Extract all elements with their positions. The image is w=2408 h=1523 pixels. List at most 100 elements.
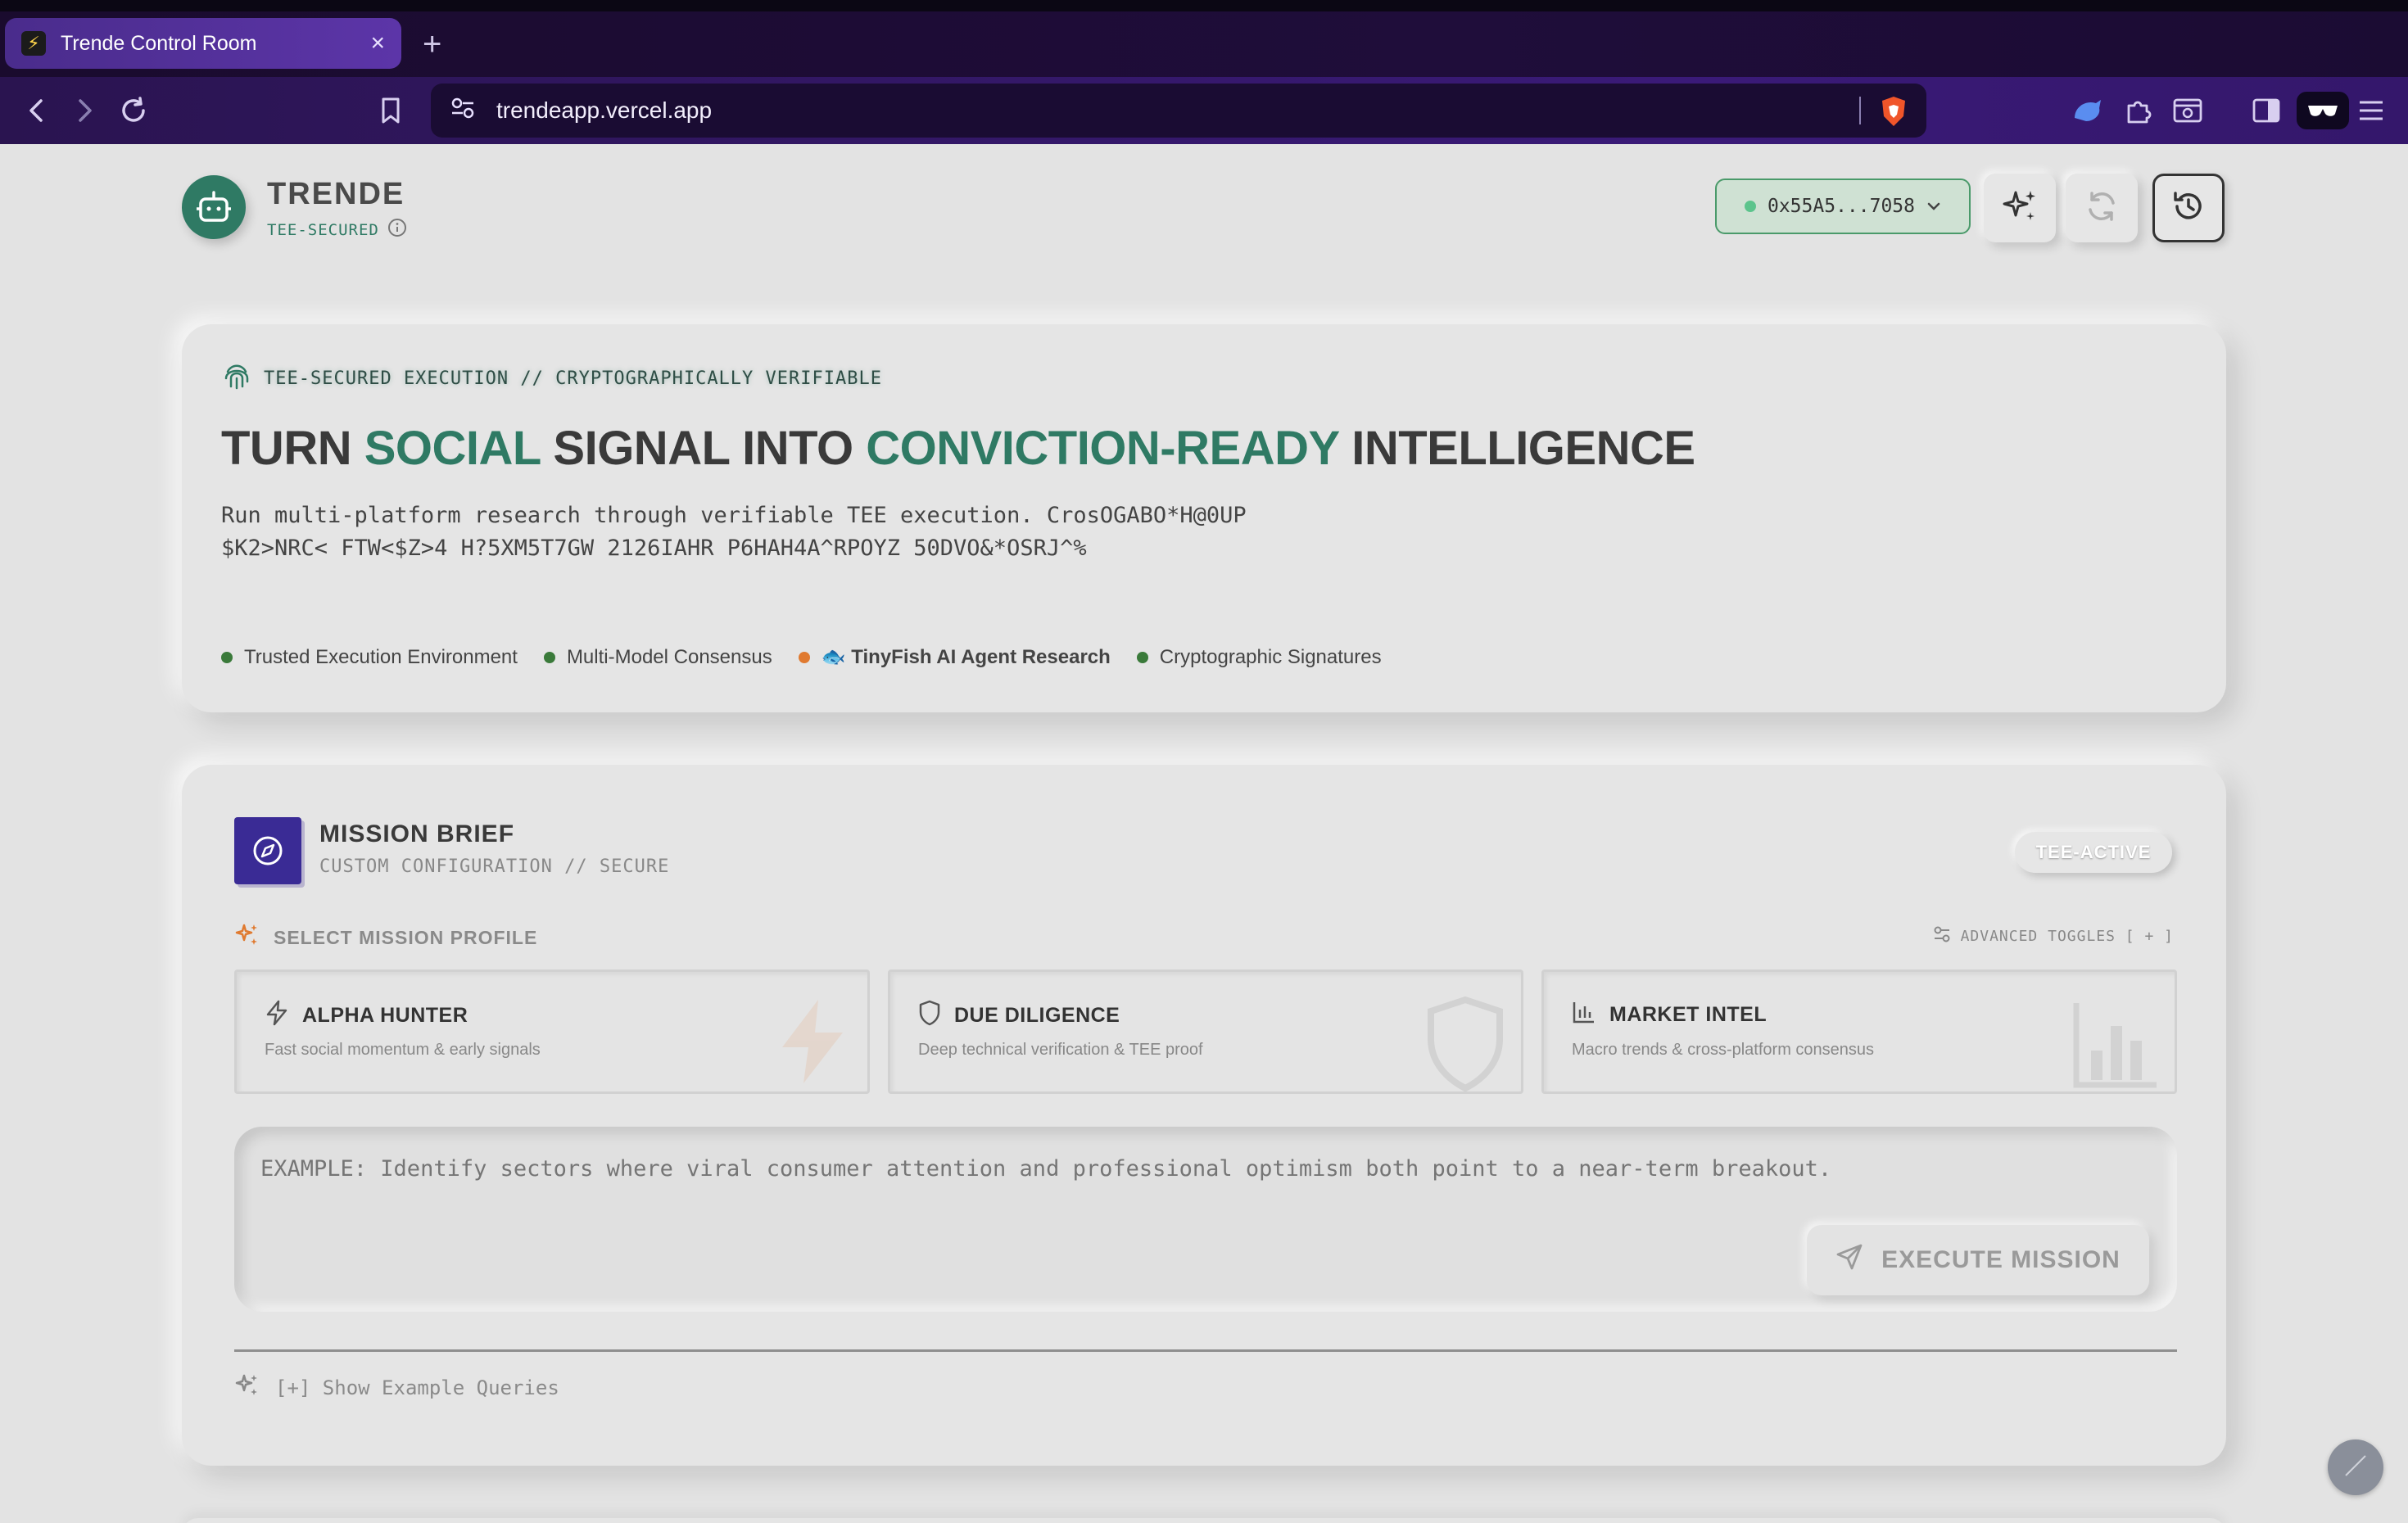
screenshot-icon[interactable]	[2169, 92, 2207, 129]
brand-subtitle: TEE-SECURED	[267, 218, 407, 242]
url-separator	[1859, 97, 1861, 124]
fingerprint-icon	[221, 360, 252, 396]
compass-icon	[234, 817, 301, 884]
chevron-down-icon	[1926, 196, 1941, 217]
feature-item: Trusted Execution Environment	[221, 645, 518, 669]
feature-label: Trusted Execution Environment	[244, 645, 518, 668]
reload-icon[interactable]	[115, 92, 152, 129]
tab-title: Trende Control Room	[61, 31, 257, 55]
floating-action-button[interactable]	[2328, 1439, 2383, 1495]
browser-toolbar: trendeapp.vercel.app	[0, 77, 2408, 144]
hero-description-line-1: Run multi-platform research through veri…	[221, 503, 1247, 528]
headline-part-2: SIGNAL INTO	[540, 422, 867, 475]
extensions-icon[interactable]	[2120, 92, 2157, 129]
profile-title: DUE DILIGENCE	[954, 1004, 1120, 1027]
status-dot	[798, 651, 810, 663]
menu-icon[interactable]	[2352, 92, 2390, 129]
wallet-address: 0x55A5...7058	[1767, 196, 1915, 217]
next-card-edge	[182, 1518, 2226, 1523]
brand-name: TRENDE	[267, 177, 405, 211]
select-profile-text: SELECT MISSION PROFILE	[274, 926, 538, 948]
mission-subtitle: CUSTOM CONFIGURATION // SECURE	[319, 856, 670, 877]
profile-alpha-hunter[interactable]: ALPHA HUNTER Fast social momentum & earl…	[234, 969, 870, 1094]
url-text: trendeapp.vercel.app	[496, 97, 713, 123]
advanced-toggles-text: ADVANCED TOGGLES [ + ]	[1960, 928, 2174, 945]
headline-part-3: INTELLIGENCE	[1338, 422, 1695, 475]
tab-strip: ⚡ Trende Control Room × +	[0, 11, 2408, 77]
hero-description-line-2: $K2>NRC< FTW<$Z>4 H?5XM5T7GW 2126IAHR P6…	[221, 536, 1087, 561]
profile-description: Fast social momentum & early signals	[265, 1041, 541, 1059]
ai-sparkle-button[interactable]	[1984, 174, 2056, 242]
mission-query-input[interactable]	[260, 1156, 2144, 1207]
profile-description: Deep technical verification & TEE proof	[918, 1041, 1203, 1059]
tee-active-badge: TEE-ACTIVE	[2015, 832, 2172, 873]
history-icon	[2170, 188, 2207, 228]
window-top-edge	[0, 0, 2408, 11]
feature-label: Multi-Model Consensus	[566, 645, 772, 668]
lightning-watermark-icon	[771, 997, 853, 1091]
hero-headline: TURN SOCIAL SIGNAL INTO CONVICTION-READY…	[221, 421, 1695, 476]
refresh-icon	[2084, 188, 2120, 228]
profile-market-intel[interactable]: MARKET INTEL Macro trends & cross-platfo…	[1541, 969, 2177, 1094]
browser-tab[interactable]: ⚡ Trende Control Room ×	[5, 18, 401, 69]
shield-icon	[918, 1000, 941, 1032]
app-page: TRENDE TEE-SECURED 0x55A5...7058 TEE-SEC…	[0, 144, 2408, 1523]
bar-chart-icon	[1572, 1000, 1596, 1030]
history-button[interactable]	[2152, 174, 2225, 242]
site-settings-icon[interactable]	[450, 97, 475, 125]
sliders-icon	[1933, 925, 1951, 947]
show-examples-toggle[interactable]: [+] Show Example Queries	[234, 1372, 559, 1403]
forward-icon[interactable]	[66, 92, 103, 129]
section-divider	[234, 1349, 2177, 1352]
mission-title: MISSION BRIEF	[319, 820, 515, 847]
headline-accent-social: SOCIAL	[364, 422, 541, 475]
hero-eyebrow-text: TEE-SECURED EXECUTION // CRYPTOGRAPHICAL…	[264, 368, 882, 389]
reader-mode-icon[interactable]	[2297, 92, 2349, 129]
robot-logo-icon[interactable]	[182, 175, 246, 239]
send-icon	[1835, 1243, 1863, 1277]
lightning-favicon-icon: ⚡	[21, 31, 46, 56]
status-dot	[1136, 651, 1148, 663]
sparkles-icon	[234, 1372, 260, 1403]
feature-item: Multi-Model Consensus	[543, 645, 772, 669]
bookmark-icon[interactable]	[372, 92, 410, 129]
headline-part-1: TURN	[221, 422, 364, 475]
hero-eyebrow: TEE-SECURED EXECUTION // CRYPTOGRAPHICAL…	[221, 360, 882, 396]
new-tab-button[interactable]: +	[423, 28, 441, 61]
lightning-icon	[265, 1000, 289, 1032]
sparkles-icon	[234, 922, 260, 953]
back-icon[interactable]	[18, 92, 56, 129]
profile-header: MARKET INTEL	[1572, 1000, 1767, 1030]
advanced-toggles-button[interactable]: ADVANCED TOGGLES [ + ]	[1933, 925, 2174, 947]
show-examples-text: [+] Show Example Queries	[275, 1376, 559, 1399]
execute-mission-button[interactable]: EXECUTE MISSION	[1807, 1225, 2149, 1295]
refresh-button[interactable]	[2066, 174, 2138, 242]
address-bar[interactable]: trendeapp.vercel.app	[431, 84, 1926, 138]
wallet-button[interactable]: 0x55A5...7058	[1715, 179, 1971, 234]
sparkles-icon	[2001, 188, 2039, 229]
mission-profile-list: ALPHA HUNTER Fast social momentum & earl…	[234, 969, 2177, 1094]
hero-description: Run multi-platform research through veri…	[221, 499, 1450, 565]
profile-title: ALPHA HUNTER	[302, 1004, 468, 1027]
execute-mission-label: EXECUTE MISSION	[1881, 1246, 2121, 1273]
select-profile-label: SELECT MISSION PROFILE	[234, 922, 537, 953]
bar-chart-watermark-icon	[2070, 997, 2160, 1091]
info-icon[interactable]	[387, 218, 407, 242]
feature-item: Cryptographic Signatures	[1136, 645, 1382, 669]
hero-card: TEE-SECURED EXECUTION // CRYPTOGRAPHICAL…	[182, 324, 2226, 712]
profile-description: Macro trends & cross-platform consensus	[1572, 1041, 1875, 1059]
brave-shield-icon[interactable]	[1879, 95, 1908, 128]
mission-brief-card: MISSION BRIEF CUSTOM CONFIGURATION // SE…	[182, 765, 2226, 1466]
feature-label: Cryptographic Signatures	[1159, 645, 1382, 668]
profile-due-diligence[interactable]: DUE DILIGENCE Deep technical verificatio…	[888, 969, 1523, 1094]
shield-watermark-icon	[1424, 996, 1506, 1091]
profile-header: DUE DILIGENCE	[918, 1000, 1120, 1032]
connected-status-dot	[1744, 201, 1756, 212]
brand-subtitle-text: TEE-SECURED	[267, 220, 379, 239]
sidebar-toggle-icon[interactable]	[2247, 92, 2285, 129]
profile-title: MARKET INTEL	[1609, 1003, 1768, 1026]
vpn-extension-icon[interactable]	[2069, 92, 2107, 129]
feature-item-highlighted: 🐟 TinyFish AI Agent Research	[798, 645, 1111, 669]
close-tab-icon[interactable]: ×	[370, 31, 385, 56]
feature-label: 🐟 TinyFish AI Agent Research	[821, 646, 1111, 668]
